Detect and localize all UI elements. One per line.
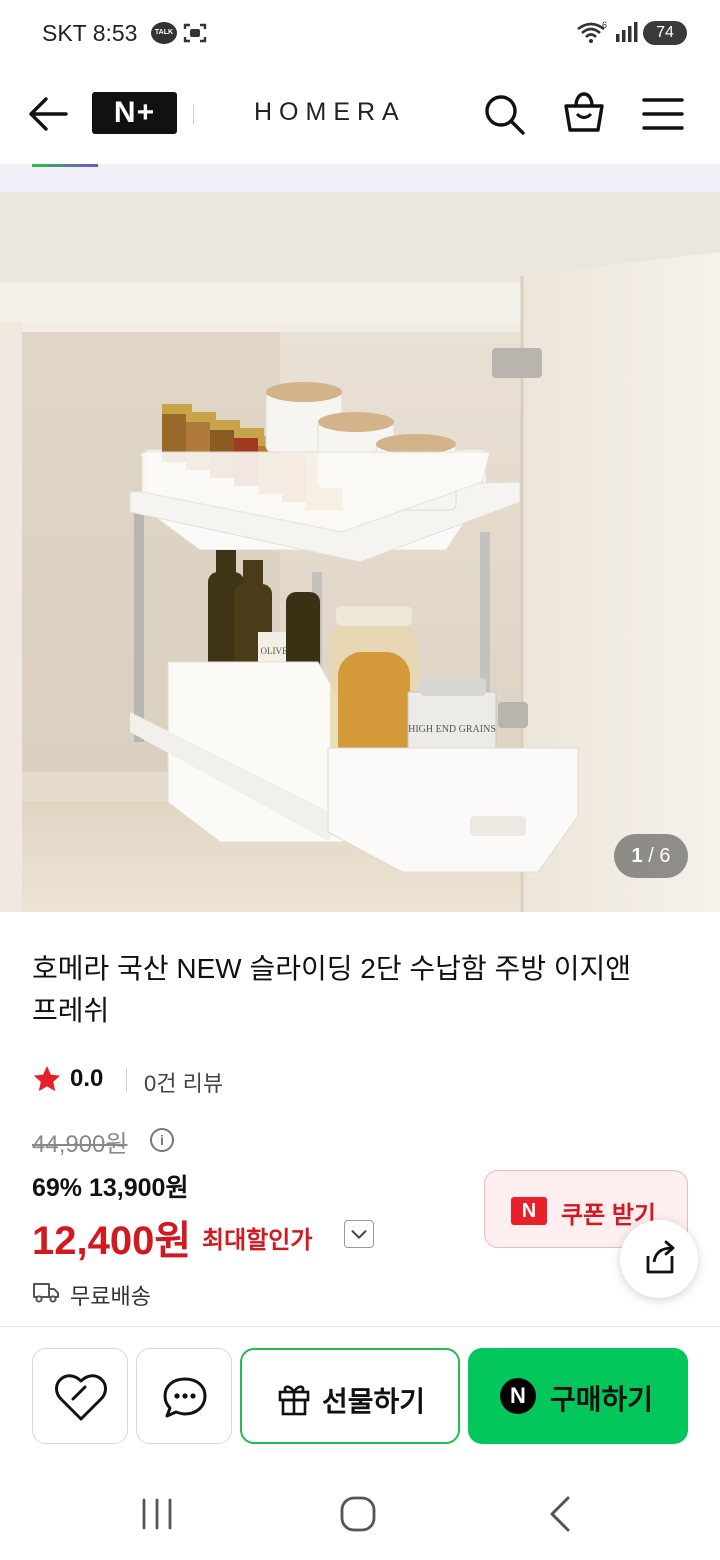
system-back-icon[interactable]: [540, 1494, 580, 1534]
share-icon: [646, 1240, 675, 1274]
promo-strip: [0, 164, 720, 192]
final-price: 12,400원: [32, 1219, 192, 1263]
shopping-bag-icon[interactable]: [562, 90, 606, 134]
buy-button[interactable]: N 구매하기: [468, 1348, 688, 1444]
original-price: 44,900원: [32, 1131, 128, 1158]
talk-talk-button[interactable]: [136, 1348, 232, 1444]
max-discount-label: 최대할인가: [202, 1227, 313, 1254]
chat-icon: [163, 1377, 207, 1418]
bottle-label: OLIVE: [261, 646, 288, 656]
recent-apps-icon[interactable]: [138, 1496, 176, 1532]
gift-label: 선물하기: [322, 1386, 426, 1417]
back-arrow-icon[interactable]: [26, 94, 70, 134]
promo-accent-line: [32, 164, 98, 167]
chevron-down-icon[interactable]: [344, 1220, 374, 1248]
svg-text:6: 6: [602, 20, 607, 30]
rating-divider: [126, 1069, 127, 1091]
info-icon[interactable]: i: [150, 1128, 174, 1152]
brand-name[interactable]: HOMERA: [254, 98, 406, 127]
screenshot-icon: [183, 23, 207, 43]
signal-icon: [616, 22, 638, 42]
status-bar: SKT 8:53 TALK 6 74: [0, 0, 720, 66]
kakaotalk-icon: TALK: [151, 22, 177, 44]
product-page: SKT 8:53 TALK 6 74 N+ HOMERA OLIVE HIGH …: [0, 0, 720, 1560]
gift-icon: [278, 1385, 310, 1416]
share-button[interactable]: [620, 1220, 698, 1298]
gift-button[interactable]: 선물하기: [240, 1348, 460, 1444]
counter-total: / 6: [648, 845, 671, 867]
search-icon[interactable]: [482, 92, 526, 136]
status-time: SKT 8:53: [42, 20, 138, 46]
battery-indicator: 74: [643, 21, 687, 45]
naver-n-badge: N: [511, 1197, 547, 1225]
rating-score: 0.0: [70, 1065, 104, 1092]
tin-label: HIGH END GRAINS: [408, 724, 496, 735]
review-count[interactable]: 0건 리뷰: [144, 1066, 223, 1098]
buy-label: 구매하기: [550, 1384, 654, 1415]
shipping-label: 무료배송: [70, 1284, 151, 1309]
bottom-divider: [0, 1326, 720, 1327]
naver-pay-badge: N: [500, 1378, 536, 1414]
home-icon[interactable]: [338, 1494, 378, 1534]
wishlist-button[interactable]: [32, 1348, 128, 1444]
discount-price: 69% 13,900원: [32, 1174, 189, 1202]
heart-icon: [55, 1374, 107, 1421]
wifi-icon: 6: [577, 20, 607, 43]
star-icon: [33, 1066, 61, 1092]
product-photo-illustration: OLIVE HIGH END GRAINS: [0, 192, 720, 912]
system-nav-bar: [0, 1470, 720, 1560]
top-header: N+ HOMERA: [0, 66, 720, 164]
naver-plus-logo[interactable]: N+: [92, 92, 177, 134]
product-image[interactable]: OLIVE HIGH END GRAINS 1 / 6: [0, 192, 720, 912]
image-counter: 1 / 6: [614, 834, 688, 878]
counter-current: 1: [631, 845, 643, 867]
product-title: 호메라 국산 NEW 슬라이딩 2단 수납함 주방 이지앤프레쉬: [32, 953, 632, 1026]
truck-icon: [33, 1283, 59, 1303]
menu-icon[interactable]: [642, 96, 684, 132]
header-divider: [193, 104, 194, 124]
